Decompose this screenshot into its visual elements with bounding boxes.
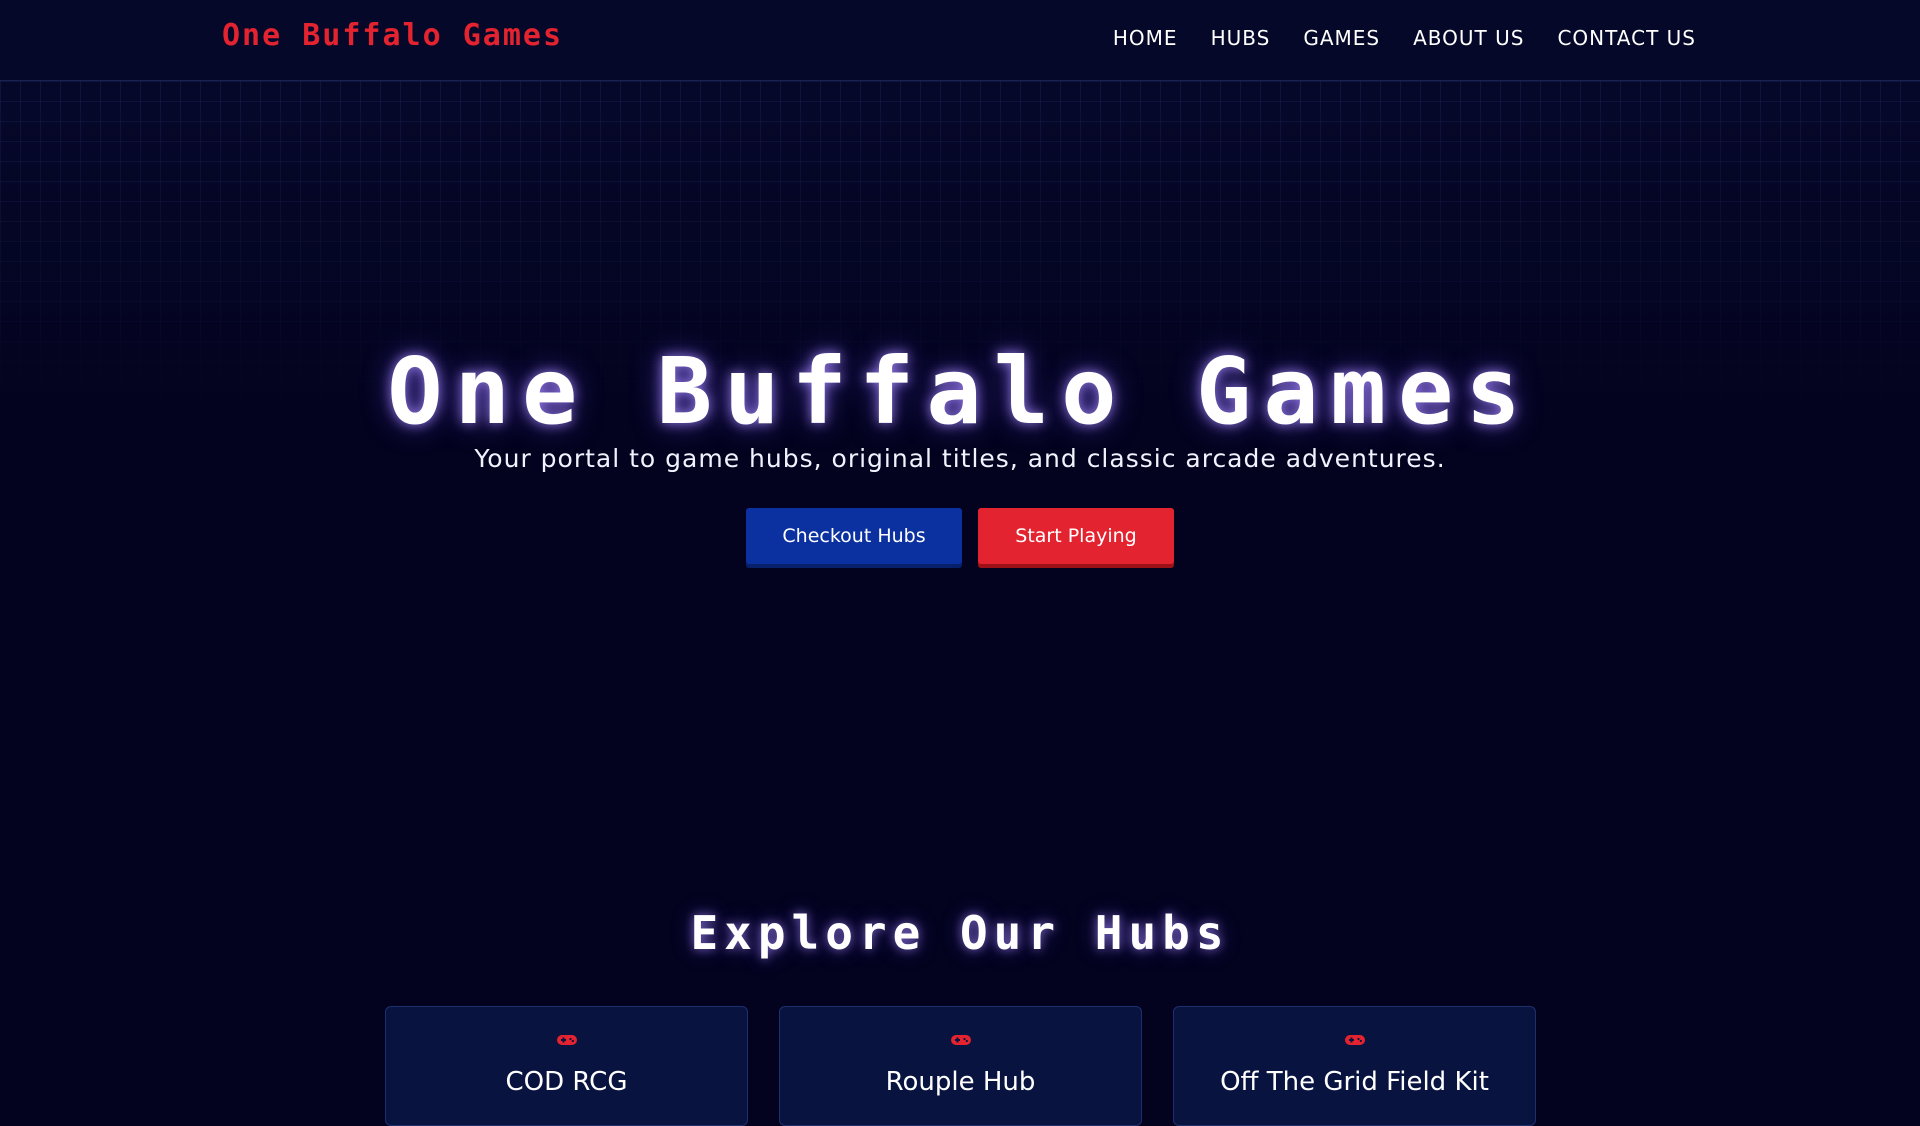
nav-link-contact-us[interactable]: CONTACT US bbox=[1557, 26, 1696, 50]
start-playing-button[interactable]: Start Playing bbox=[978, 508, 1174, 564]
gamepad-icon bbox=[1174, 1033, 1535, 1047]
hub-card-rouple-hub[interactable]: Rouple Hub bbox=[779, 1006, 1142, 1126]
gamepad-icon bbox=[780, 1033, 1141, 1047]
hero-title: One Buffalo Games bbox=[387, 338, 1533, 445]
site-logo[interactable]: One Buffalo Games bbox=[222, 18, 563, 53]
hub-card-title: Off The Grid Field Kit bbox=[1220, 1067, 1489, 1097]
hero-subtitle: Your portal to game hubs, original title… bbox=[474, 444, 1446, 473]
hubs-section-title: Explore Our Hubs bbox=[690, 906, 1230, 960]
top-navigation: One Buffalo Games HOME HUBS GAMES ABOUT … bbox=[0, 0, 1920, 81]
hub-card-title: COD RCG bbox=[505, 1067, 628, 1097]
nav-link-hubs[interactable]: HUBS bbox=[1211, 26, 1271, 50]
hub-card-title: Rouple Hub bbox=[885, 1067, 1036, 1097]
checkout-hubs-button[interactable]: Checkout Hubs bbox=[746, 508, 962, 564]
nav-link-home[interactable]: HOME bbox=[1113, 26, 1178, 50]
gamepad-icon bbox=[386, 1033, 747, 1047]
nav-link-about-us[interactable]: ABOUT US bbox=[1413, 26, 1524, 50]
nav-link-games[interactable]: GAMES bbox=[1303, 26, 1380, 50]
nav-links: HOME HUBS GAMES ABOUT US CONTACT US bbox=[1113, 26, 1696, 50]
hub-card-cod-rcg[interactable]: COD RCG bbox=[385, 1006, 748, 1126]
hub-card-off-the-grid-field-kit[interactable]: Off The Grid Field Kit bbox=[1173, 1006, 1536, 1126]
